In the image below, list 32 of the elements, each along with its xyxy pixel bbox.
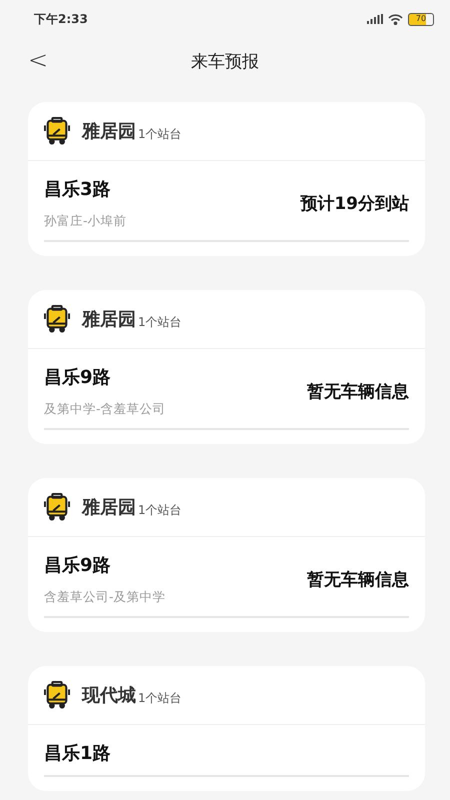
status-time: 下午2:33 — [34, 10, 88, 28]
station-name: 雅居园 — [82, 308, 136, 331]
route-stops: 及第中学-含羞草公司 — [44, 401, 166, 418]
bus-icon — [44, 681, 70, 709]
bus-icon — [44, 493, 70, 521]
route-stops: 含羞草公司-及第中学 — [44, 589, 166, 606]
back-button[interactable]: < — [24, 46, 52, 74]
arrival-status: 暂无车辆信息 — [307, 569, 409, 591]
bus-icon — [44, 117, 70, 145]
arrival-status: 预计19分到站 — [300, 193, 409, 215]
bus-icon — [44, 305, 70, 333]
station-name: 雅居园 — [82, 120, 136, 143]
wifi-icon — [388, 14, 403, 24]
arrival-status: 暂无车辆信息 — [307, 381, 409, 403]
platform-count: 1个站台 — [138, 126, 182, 142]
route-stops: 孙富庄-小埠前 — [44, 213, 127, 230]
page-title: 来车预报 — [191, 50, 259, 72]
station-card[interactable]: 雅居园 1个站台 昌乐3路 孙富庄-小埠前 预计19分到站 — [28, 102, 425, 256]
route-name: 昌乐3路 — [44, 178, 112, 201]
platform-count: 1个站台 — [138, 690, 182, 706]
route-name: 昌乐9路 — [44, 554, 112, 577]
station-card[interactable]: 现代城 1个站台 昌乐1路 — [28, 666, 425, 791]
route-name: 昌乐9路 — [44, 366, 112, 389]
signal-icon — [367, 14, 383, 24]
battery-indicator: 70 — [408, 12, 434, 26]
platform-count: 1个站台 — [138, 314, 182, 330]
station-name: 现代城 — [82, 684, 136, 707]
platform-count: 1个站台 — [138, 502, 182, 518]
station-card[interactable]: 雅居园 1个站台 昌乐9路 及第中学-含羞草公司 暂无车辆信息 — [28, 290, 425, 444]
route-name: 昌乐1路 — [44, 742, 111, 765]
station-name: 雅居园 — [82, 496, 136, 519]
station-card[interactable]: 雅居园 1个站台 昌乐9路 含羞草公司-及第中学 暂无车辆信息 — [28, 478, 425, 632]
